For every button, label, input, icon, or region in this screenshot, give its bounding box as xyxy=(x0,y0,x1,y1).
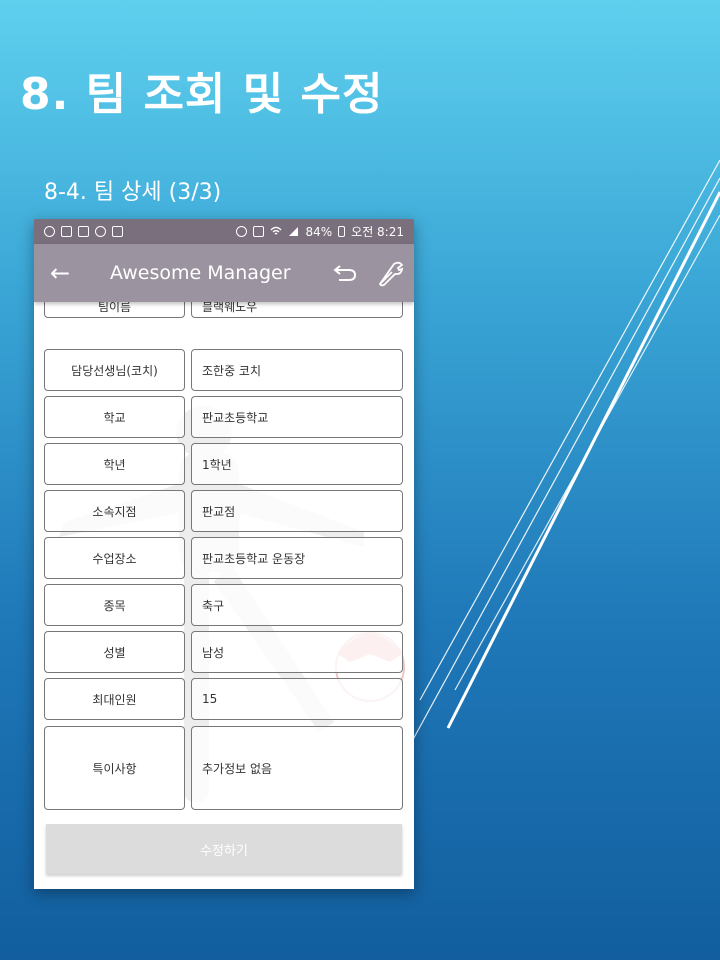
app-bar: ← Awesome Manager xyxy=(34,244,414,302)
form-row: 최대인원 15 xyxy=(44,678,403,720)
field-value[interactable]: 추가정보 없음 xyxy=(191,726,403,810)
form-row: 수업장소 판교초등학교 운동장 xyxy=(44,537,403,579)
field-label: 담당선생님(코치) xyxy=(44,349,185,391)
form-content[interactable]: 팀이름 블랙웨노우 담당선생님(코치) 조한중 코치 학교 판교초등학교 학년 1학년 소속지점… xyxy=(34,302,414,889)
field-value[interactable]: 블랙웨노우 xyxy=(191,302,403,318)
alarm-icon xyxy=(236,226,248,237)
undo-button[interactable] xyxy=(322,262,368,284)
field-value[interactable]: 축구 xyxy=(191,584,403,626)
image-icon xyxy=(78,226,89,237)
form-row: 담당선생님(코치) 조한중 코치 xyxy=(44,349,403,391)
field-label: 소속지점 xyxy=(44,490,185,532)
wrench-icon xyxy=(378,261,404,287)
form-row: 성별 남성 xyxy=(44,631,403,673)
field-value[interactable]: 15 xyxy=(191,678,403,720)
field-value[interactable]: 1학년 xyxy=(191,443,403,485)
hd-icon xyxy=(253,226,265,237)
field-label: 수업장소 xyxy=(44,537,185,579)
wifi-icon xyxy=(271,226,282,235)
field-label: 성별 xyxy=(44,631,185,673)
v-icon xyxy=(61,226,72,237)
app-title: Awesome Manager xyxy=(110,262,291,284)
form-row: 학교 판교초등학교 xyxy=(44,396,403,438)
g-icon xyxy=(44,226,55,237)
field-value[interactable]: 조한중 코치 xyxy=(191,349,403,391)
form-row: 특이사항 추가정보 없음 xyxy=(44,726,403,810)
arrow-left-icon: ← xyxy=(49,259,71,287)
clock: 오전 8:21 xyxy=(351,225,404,239)
edit-submit-button[interactable]: 수정하기 xyxy=(46,824,402,874)
form-row: 팀이름 블랙웨노우 xyxy=(44,302,403,318)
undo-icon xyxy=(333,265,357,281)
field-label: 팀이름 xyxy=(44,302,185,318)
field-label: 종목 xyxy=(44,584,185,626)
phone-screenshot: 84% 오전 8:21 ← Awesome Manager 팀이름 블랙웨노우 … xyxy=(34,219,414,889)
field-label: 최대인원 xyxy=(44,678,185,720)
form-row: 종목 축구 xyxy=(44,584,403,626)
field-value[interactable]: 남성 xyxy=(191,631,403,673)
bag-icon xyxy=(112,226,123,237)
battery-level: 84% xyxy=(305,224,333,239)
settings-button[interactable] xyxy=(368,259,414,287)
eye-icon xyxy=(95,226,106,237)
field-value[interactable]: 판교점 xyxy=(191,490,403,532)
field-label: 학교 xyxy=(44,396,185,438)
field-label: 특이사항 xyxy=(44,726,185,810)
battery-icon xyxy=(338,226,346,237)
status-bar: 84% 오전 8:21 xyxy=(34,219,414,244)
field-value[interactable]: 판교초등학교 운동장 xyxy=(191,537,403,579)
field-value[interactable]: 판교초등학교 xyxy=(191,396,403,438)
form-row: 소속지점 판교점 xyxy=(44,490,403,532)
form-row: 학년 1학년 xyxy=(44,443,403,485)
signal-icon xyxy=(289,227,299,236)
back-button[interactable]: ← xyxy=(34,259,86,287)
field-label: 학년 xyxy=(44,443,185,485)
